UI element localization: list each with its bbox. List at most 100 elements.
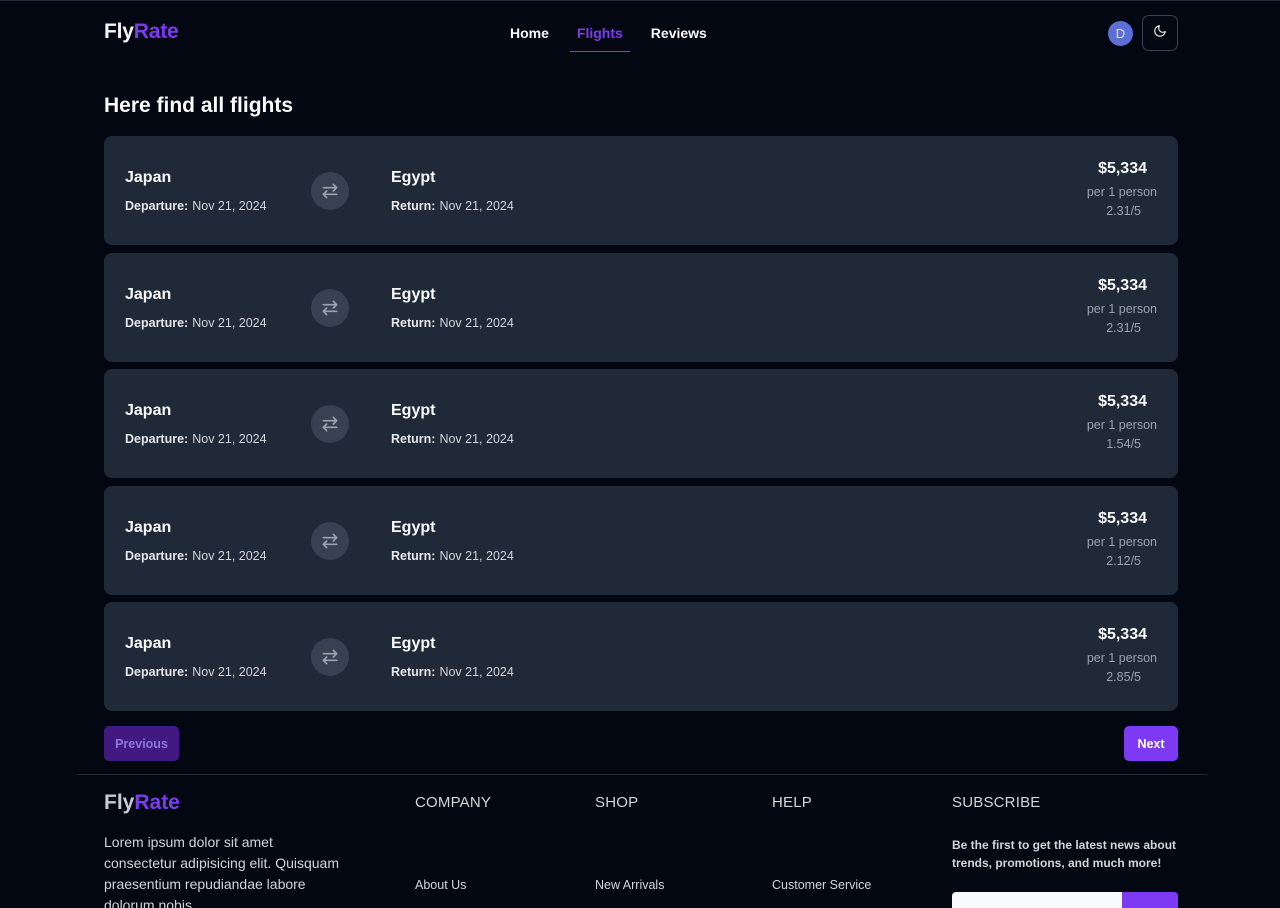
nav-home-link[interactable]: Home (503, 23, 556, 52)
footer-heading-subscribe: SUBSCRIBE (952, 794, 1041, 811)
return-info: Return: Nov 21, 2024 (391, 665, 514, 679)
price-box: $5,334 per 1 person 2.85/5 (1037, 626, 1157, 684)
footer-heading-company: COMPANY (415, 794, 492, 811)
theme-toggle-button[interactable] (1142, 15, 1178, 51)
flight-rating: 2.31/5 (1106, 320, 1141, 335)
flight-rating: 2.12/5 (1106, 553, 1141, 568)
previous-page-button[interactable]: Previous (104, 726, 179, 761)
price-box: $5,334 per 1 person 2.31/5 (1037, 277, 1157, 335)
departure-info: Departure: Nov 21, 2024 (125, 199, 267, 213)
flight-card[interactable]: Japan Departure: Nov 21, 2024 Egypt Retur… (104, 369, 1178, 478)
logo-text-rate: Rate (133, 20, 179, 43)
price-per-person: per 1 person (1086, 651, 1157, 665)
price-box: $5,334 per 1 person 2.31/5 (1037, 160, 1157, 218)
departure-date: Nov 21, 2024 (192, 199, 267, 213)
return-date: Nov 21, 2024 (439, 665, 514, 679)
return-label: Return: (391, 548, 436, 563)
departure-date: Nov 21, 2024 (192, 315, 267, 330)
brand-logo[interactable]: FlyRate (104, 20, 179, 44)
destination-city: Egypt (391, 169, 436, 186)
return-date: Nov 21, 2024 (439, 199, 514, 213)
footer-link-about-us[interactable]: About Us (415, 878, 466, 892)
departure-date: Nov 21, 2024 (192, 665, 267, 679)
flight-rating: 2.31/5 (1106, 204, 1141, 218)
footer-logo-text-fly: Fly (104, 791, 135, 814)
flight-price: $5,334 (1098, 509, 1147, 527)
return-info: Return: Nov 21, 2024 (391, 316, 514, 330)
flight-card[interactable]: Japan Departure: Nov 21, 2024 Egypt Retur… (104, 252, 1178, 362)
departure-info: Departure: Nov 21, 2024 (125, 665, 267, 679)
flights-list: Japan Departure: Nov 21, 2024 Egypt Retur… (104, 136, 1178, 719)
flight-price: $5,334 (1098, 160, 1147, 177)
footer-heading-shop: SHOP (595, 794, 639, 811)
return-label: Return: (391, 199, 436, 213)
flight-price: $5,334 (1098, 276, 1147, 294)
destination-city: Egypt (391, 285, 436, 303)
origin-city: Japan (125, 518, 172, 536)
subscribe-text: Be the first to get the latest news abou… (952, 838, 1177, 870)
moon-icon (1153, 24, 1167, 43)
origin-city: Japan (125, 285, 172, 303)
page-title: Here find all flights (104, 94, 294, 117)
departure-label: Departure: (125, 432, 189, 446)
footer-logo-text-rate: Rate (134, 791, 180, 814)
price-per-person: per 1 person (1086, 418, 1157, 432)
price-box: $5,334 per 1 person 2.12/5 (1037, 510, 1157, 568)
return-info: Return: Nov 21, 2024 (391, 432, 514, 446)
return-date: Nov 21, 2024 (439, 432, 514, 446)
flight-price: $5,334 (1098, 626, 1147, 643)
departure-label: Departure: (125, 548, 189, 563)
next-page-button[interactable]: Next (1124, 726, 1178, 761)
return-label: Return: (391, 665, 436, 679)
footer-heading-help: HELP (772, 794, 812, 811)
flight-price: $5,334 (1098, 393, 1147, 410)
return-label: Return: (391, 432, 436, 446)
departure-label: Departure: (125, 199, 189, 213)
price-per-person: per 1 person (1086, 185, 1157, 199)
price-per-person: per 1 person (1086, 301, 1157, 316)
origin-city: Japan (125, 169, 172, 186)
footer-divider (77, 774, 1207, 775)
departure-info: Departure: Nov 21, 2024 (125, 549, 267, 563)
user-avatar[interactable]: D (1108, 21, 1133, 46)
main-nav: Home Flights Reviews (503, 23, 728, 52)
departure-label: Departure: (125, 315, 189, 330)
swap-arrows-icon (311, 521, 349, 560)
destination-city: Egypt (391, 635, 436, 652)
departure-date: Nov 21, 2024 (192, 432, 267, 446)
origin-city: Japan (125, 402, 172, 419)
footer-logo[interactable]: FlyRate (104, 791, 180, 815)
flight-rating: 2.85/5 (1106, 670, 1141, 684)
departure-info: Departure: Nov 21, 2024 (125, 316, 267, 330)
departure-label: Departure: (125, 665, 189, 679)
flight-card[interactable]: Japan Departure: Nov 21, 2024 Egypt Retur… (104, 485, 1178, 595)
price-box: $5,334 per 1 person 1.54/5 (1037, 393, 1157, 451)
swap-arrows-icon (311, 172, 349, 210)
footer-link-new-arrivals[interactable]: New Arrivals (595, 878, 664, 892)
return-info: Return: Nov 21, 2024 (391, 549, 514, 563)
swap-arrows-icon (311, 638, 349, 676)
footer-link-customer-service[interactable]: Customer Service (772, 878, 871, 892)
return-date: Nov 21, 2024 (439, 548, 514, 563)
price-per-person: per 1 person (1086, 534, 1157, 549)
destination-city: Egypt (391, 518, 436, 536)
swap-arrows-icon (311, 288, 349, 327)
footer-description: Lorem ipsum dolor sit amet consectetur a… (104, 834, 340, 908)
swap-arrows-icon (311, 405, 349, 443)
departure-info: Departure: Nov 21, 2024 (125, 432, 267, 446)
origin-city: Japan (125, 635, 172, 652)
nav-reviews-link[interactable]: Reviews (644, 23, 714, 52)
subscribe-email-input[interactable] (952, 892, 1122, 908)
return-label: Return: (391, 315, 436, 330)
destination-city: Egypt (391, 402, 436, 419)
nav-flights-link[interactable]: Flights (569, 23, 630, 52)
flight-rating: 1.54/5 (1106, 437, 1141, 451)
return-info: Return: Nov 21, 2024 (391, 199, 514, 213)
return-date: Nov 21, 2024 (439, 315, 514, 330)
subscribe-button[interactable] (1122, 892, 1178, 908)
flight-card[interactable]: Japan Departure: Nov 21, 2024 Egypt Retur… (104, 136, 1178, 245)
flight-card[interactable]: Japan Departure: Nov 21, 2024 Egypt Retur… (104, 602, 1178, 711)
departure-date: Nov 21, 2024 (192, 548, 267, 563)
top-navbar: FlyRate Home Flights Reviews D (104, 1, 1178, 65)
logo-text-fly: Fly (104, 20, 134, 43)
